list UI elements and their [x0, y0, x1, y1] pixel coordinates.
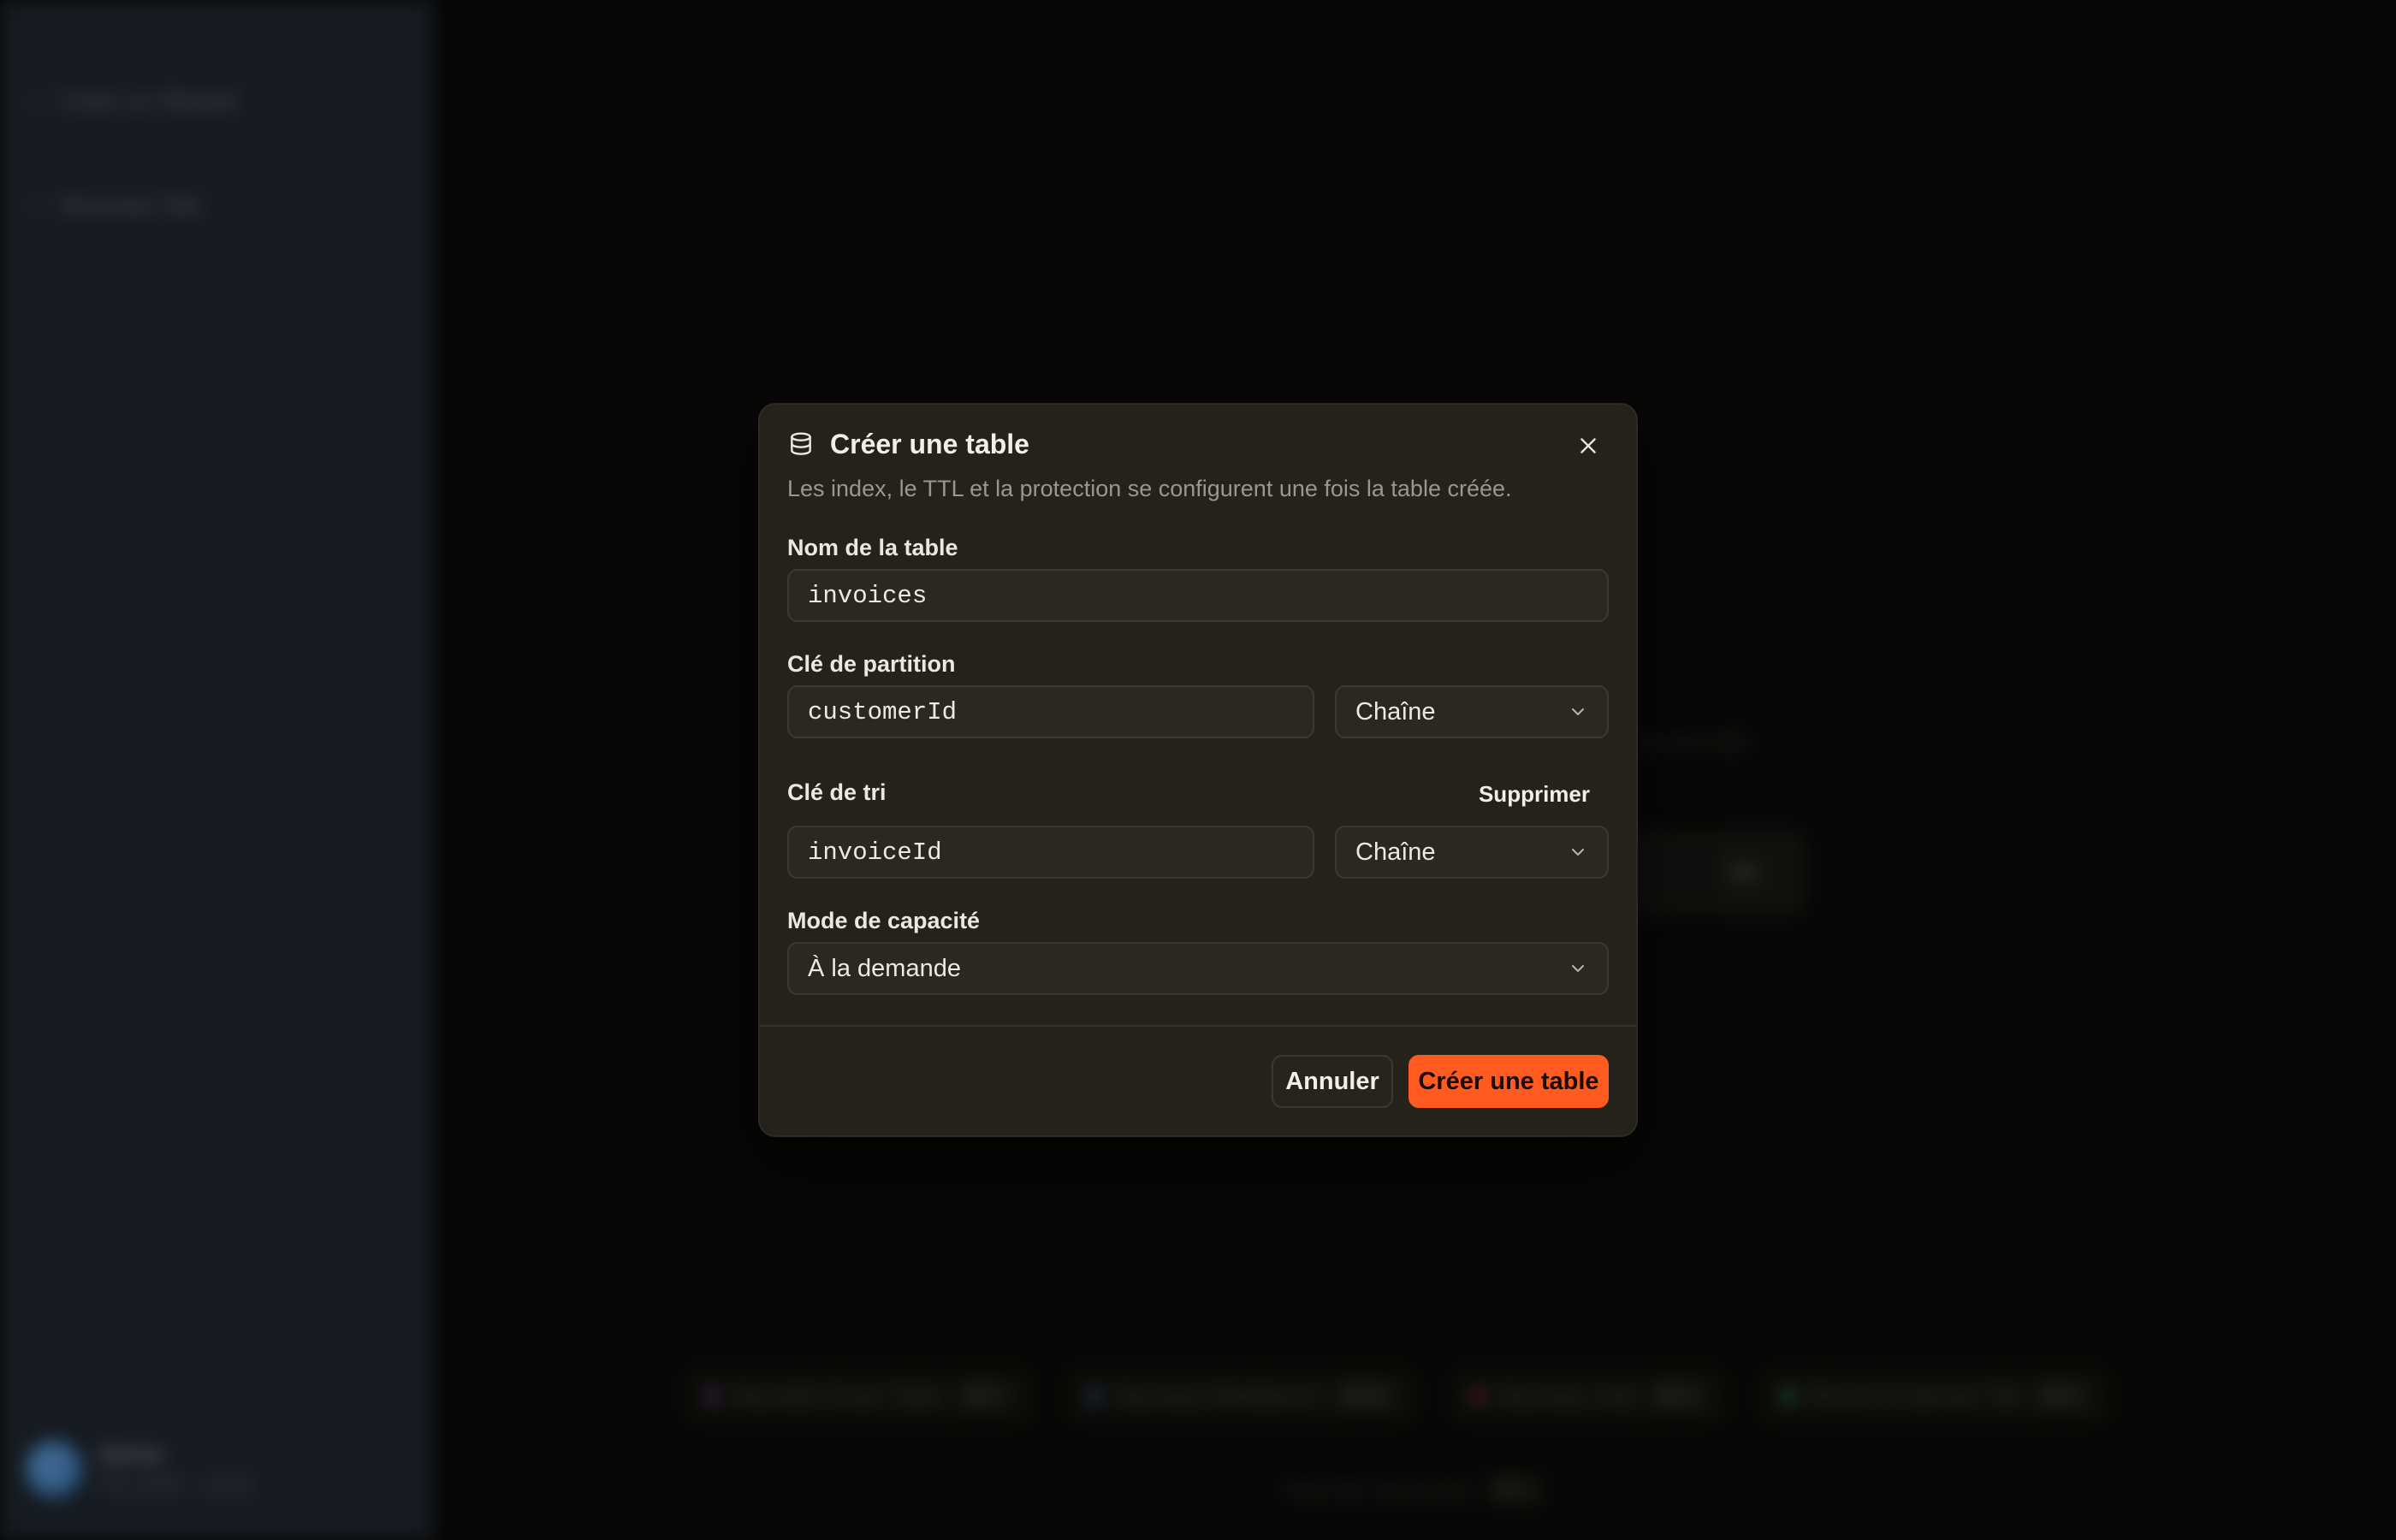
partition-key-label: Clé de partition [787, 651, 956, 677]
sort-key-input[interactable]: invoiceId [787, 826, 1314, 879]
cancel-button[interactable]: Annuler [1272, 1055, 1393, 1108]
database-icon [791, 431, 811, 455]
create-table-dialog: Créer une table Les index, le TTL et la … [758, 403, 1638, 1137]
sort-key-type-value: Chaîne [1355, 838, 1436, 866]
create-table-button[interactable]: Créer une table [1409, 1055, 1609, 1108]
partition-key-type-value: Chaîne [1355, 697, 1436, 726]
capacity-mode-select[interactable]: À la demande [787, 942, 1609, 995]
capacity-mode-value: À la demande [808, 954, 961, 982]
dialog-header: Créer une table Les index, le TTL et la … [787, 429, 1609, 502]
table-name-label: Nom de la table [787, 535, 958, 560]
chevron-down-icon [1572, 849, 1584, 856]
partition-key-value: customerId [808, 697, 958, 726]
sort-key-label: Clé de tri [787, 779, 887, 805]
table-name-input[interactable]: invoices [787, 569, 1609, 622]
dialog-footer-divider [760, 1025, 1636, 1027]
partition-key-type-select[interactable]: Chaîne [1335, 685, 1609, 738]
table-name-value: invoices [808, 581, 928, 610]
dialog-subtitle: Les index, le TTL et la protection se co… [787, 476, 1512, 501]
chevron-down-icon [1572, 965, 1584, 972]
sort-key-type-select[interactable]: Chaîne [1335, 826, 1609, 879]
remove-sort-key-button[interactable]: Supprimer [1479, 781, 1590, 808]
app-root: + Créer un Shared + Nouveau Tab Demo Pro… [0, 0, 2396, 1540]
dialog-title: Créer une table [830, 429, 1029, 459]
chevron-down-icon [1572, 708, 1584, 715]
close-icon [1581, 438, 1596, 453]
capacity-mode-label: Mode de capacité [787, 908, 981, 933]
sort-key-value: invoiceId [808, 838, 942, 867]
close-button[interactable] [1571, 429, 1605, 463]
partition-key-input[interactable]: customerId [787, 685, 1314, 738]
